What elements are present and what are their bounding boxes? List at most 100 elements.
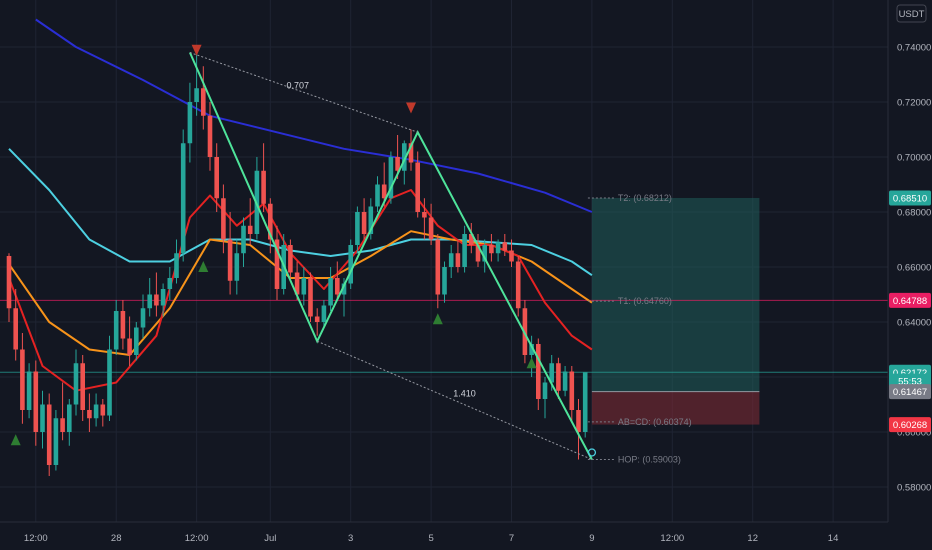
- candle-body: [542, 382, 548, 399]
- currency-label: USDT: [899, 9, 925, 20]
- candle-body: [288, 245, 293, 273]
- candle-body: [435, 239, 441, 295]
- harmonic-pattern: 0.707 1.410: [188, 52, 597, 460]
- price-tick-label: 0.58000: [897, 483, 931, 494]
- candle-body: [321, 305, 327, 322]
- candle-body: [140, 308, 146, 328]
- ratio-line-ad: [317, 340, 593, 460]
- candle-body: [348, 245, 353, 284]
- candle-body: [100, 404, 106, 416]
- long-position-box: [591, 197, 760, 425]
- candle-body: [576, 410, 581, 432]
- price-tick-label: 0.70000: [897, 153, 931, 164]
- candle-body: [194, 88, 199, 102]
- moving-average-line: [8, 189, 593, 392]
- candle-body: [328, 278, 333, 306]
- level-label: HOP: (0.59003): [618, 455, 681, 465]
- candle-body: [154, 294, 159, 306]
- candle-body: [221, 198, 226, 240]
- candle-body: [375, 184, 380, 207]
- candle-body: [214, 157, 219, 199]
- candle-body: [335, 278, 340, 295]
- candle-body: [87, 410, 92, 419]
- ratio-label: 0.707: [287, 80, 310, 90]
- candle-body: [489, 245, 494, 254]
- moving-average-line: [35, 18, 593, 213]
- price-axis: 0.74000 0.72000 0.70000 0.68000 0.66000 0.640…: [887, 0, 932, 550]
- candle-body: [6, 256, 12, 309]
- time-tick-label: 12:00: [24, 533, 48, 544]
- price-tick-label: 0.64000: [897, 318, 931, 329]
- candles: [6, 52, 588, 476]
- candle-body: [60, 418, 65, 432]
- price-chart[interactable]: 0.707 1.410 T2: (0.68212) T1: (0.64760) AB=…: [0, 0, 932, 550]
- candle-body: [509, 250, 514, 262]
- candle-body: [582, 372, 588, 432]
- price-tick-label: 0.74000: [897, 43, 931, 54]
- candle-body: [442, 267, 447, 295]
- candle-body: [201, 88, 206, 116]
- candle-body: [107, 349, 112, 416]
- candle-body: [93, 404, 99, 419]
- candle-body: [536, 344, 541, 399]
- candle-body: [53, 418, 59, 465]
- buy-signal-icon: [10, 434, 21, 446]
- candle-body: [415, 162, 420, 212]
- candle-body: [562, 371, 568, 391]
- sell-signal-icon: [406, 102, 416, 114]
- candle-body: [26, 371, 32, 410]
- candle-body: [462, 234, 467, 267]
- candle-body: [174, 253, 179, 278]
- candle-body: [40, 404, 45, 432]
- candle-body: [314, 316, 320, 322]
- candle-body: [160, 289, 166, 306]
- candle-body: [187, 102, 193, 144]
- candle-body: [113, 311, 119, 350]
- candle-body: [361, 212, 367, 234]
- candle-body: [234, 253, 240, 281]
- candle-body: [428, 217, 434, 240]
- candle-body: [422, 212, 427, 218]
- sell-signal-icon: [191, 44, 202, 56]
- moving-averages: [8, 18, 593, 392]
- candle-body: [247, 225, 253, 234]
- candle-body: [381, 184, 387, 199]
- time-tick-label: 14: [828, 533, 839, 544]
- chart-area[interactable]: 0.707 1.410 T2: (0.68212) T1: (0.64760) AB=…: [0, 0, 932, 550]
- candle-body: [80, 363, 85, 410]
- price-tag-label: 0.68510: [893, 193, 927, 204]
- time-tick-label: 9: [589, 533, 594, 544]
- buy-signal-icon: [432, 313, 443, 325]
- time-tick-label: 12:00: [185, 533, 209, 544]
- candle-body: [134, 327, 139, 355]
- buy-signal-icon: [526, 357, 537, 369]
- candle-body: [13, 308, 18, 350]
- candle-body: [495, 242, 501, 254]
- candle-body: [120, 311, 126, 339]
- price-tick-label: 0.66000: [897, 263, 931, 274]
- candle-body: [46, 404, 52, 465]
- time-tick-label: 12:00: [660, 533, 684, 544]
- candle-body: [73, 363, 79, 405]
- candle-body: [167, 278, 173, 289]
- candle-body: [301, 278, 307, 295]
- profit-zone: [591, 197, 760, 392]
- pattern-leg: [188, 52, 593, 460]
- level-label: T2: (0.68212): [618, 193, 672, 203]
- candle-body: [448, 253, 454, 267]
- candle-body: [127, 338, 132, 355]
- time-axis: 12:00 28 12:00 Jul 3 5 7 9 12:00 12 14: [0, 521, 888, 550]
- currency-badge: USDT: [896, 4, 927, 23]
- candle-body: [227, 239, 233, 281]
- time-tick-label: 3: [348, 533, 353, 544]
- candle-body: [33, 371, 39, 432]
- candle-body: [20, 349, 25, 410]
- price-axis-bg: [888, 0, 932, 550]
- time-tick-label: Jul: [264, 533, 276, 544]
- candle-body: [569, 371, 575, 410]
- price-tick-label: 0.72000: [897, 98, 931, 109]
- price-tick-label: 0.68000: [897, 208, 931, 219]
- time-tick-label: 28: [111, 533, 122, 544]
- price-tag-label: 0.61467: [893, 387, 927, 398]
- time-tick-label: 5: [428, 533, 433, 544]
